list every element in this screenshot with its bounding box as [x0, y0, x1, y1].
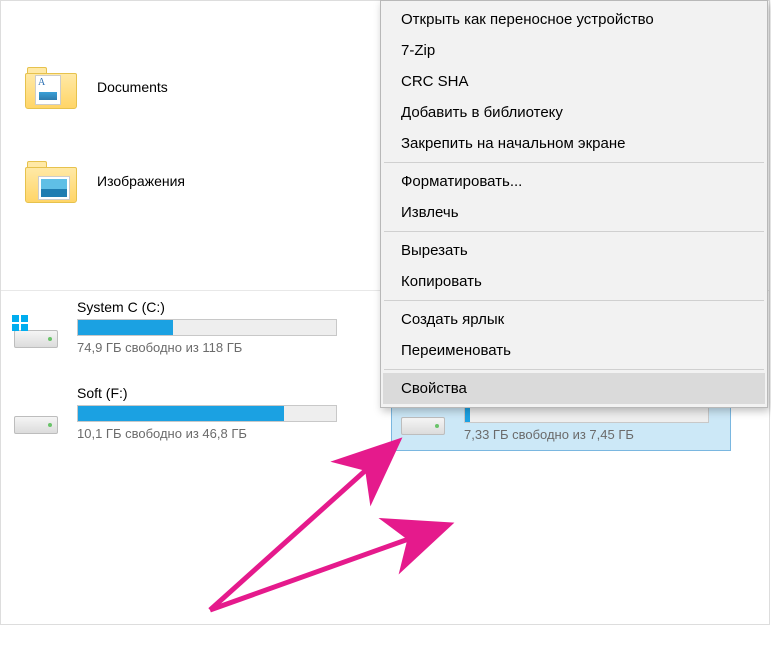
context-menu-item[interactable]: 7-Zip: [383, 35, 765, 66]
capacity-bar: [464, 406, 709, 423]
context-menu-item[interactable]: Добавить в библиотеку: [383, 97, 765, 128]
folder-label: Documents: [97, 79, 168, 95]
context-menu-separator: [384, 162, 764, 163]
context-menu-item[interactable]: CRC SHA: [383, 66, 765, 97]
context-menu-item[interactable]: Вырезать: [383, 235, 765, 266]
context-menu-item[interactable]: Закрепить на начальном экране: [383, 128, 765, 159]
context-menu-separator: [384, 231, 764, 232]
folder-label: Изображения: [97, 173, 185, 189]
context-menu-item[interactable]: Открыть как переносное устройство: [383, 4, 765, 35]
context-menu-item[interactable]: Переименовать: [383, 335, 765, 366]
capacity-fill: [78, 320, 173, 335]
capacity-bar: [77, 319, 337, 336]
context-menu[interactable]: Открыть как переносное устройство7-ZipCR…: [380, 0, 768, 408]
drive-name: Soft (F:): [77, 385, 337, 401]
drive-free-text: 10,1 ГБ свободно из 46,8 ГБ: [77, 426, 337, 441]
context-menu-separator: [384, 300, 764, 301]
drive-name: System C (C:): [77, 299, 337, 315]
capacity-bar: [77, 405, 337, 422]
folder-icon: [25, 65, 77, 109]
context-menu-item[interactable]: Свойства: [383, 373, 765, 404]
context-menu-separator: [384, 369, 764, 370]
capacity-fill: [465, 407, 470, 422]
drive-free-text: 74,9 ГБ свободно из 118 ГБ: [77, 340, 337, 355]
drive-free-text: 7,33 ГБ свободно из 7,45 ГБ: [464, 427, 724, 442]
drive-icon: [11, 403, 61, 437]
context-menu-item[interactable]: Форматировать...: [383, 166, 765, 197]
context-menu-item[interactable]: Создать ярлык: [383, 304, 765, 335]
context-menu-item[interactable]: Извлечь: [383, 197, 765, 228]
folder-icon: [25, 159, 77, 203]
drive-icon: [398, 404, 448, 438]
drive-system-c[interactable]: System C (C:) 74,9 ГБ свободно из 118 ГБ: [5, 293, 343, 363]
capacity-fill: [78, 406, 284, 421]
drive-soft-f[interactable]: Soft (F:) 10,1 ГБ свободно из 46,8 ГБ: [5, 379, 343, 449]
drive-icon: [11, 317, 61, 351]
context-menu-item[interactable]: Копировать: [383, 266, 765, 297]
